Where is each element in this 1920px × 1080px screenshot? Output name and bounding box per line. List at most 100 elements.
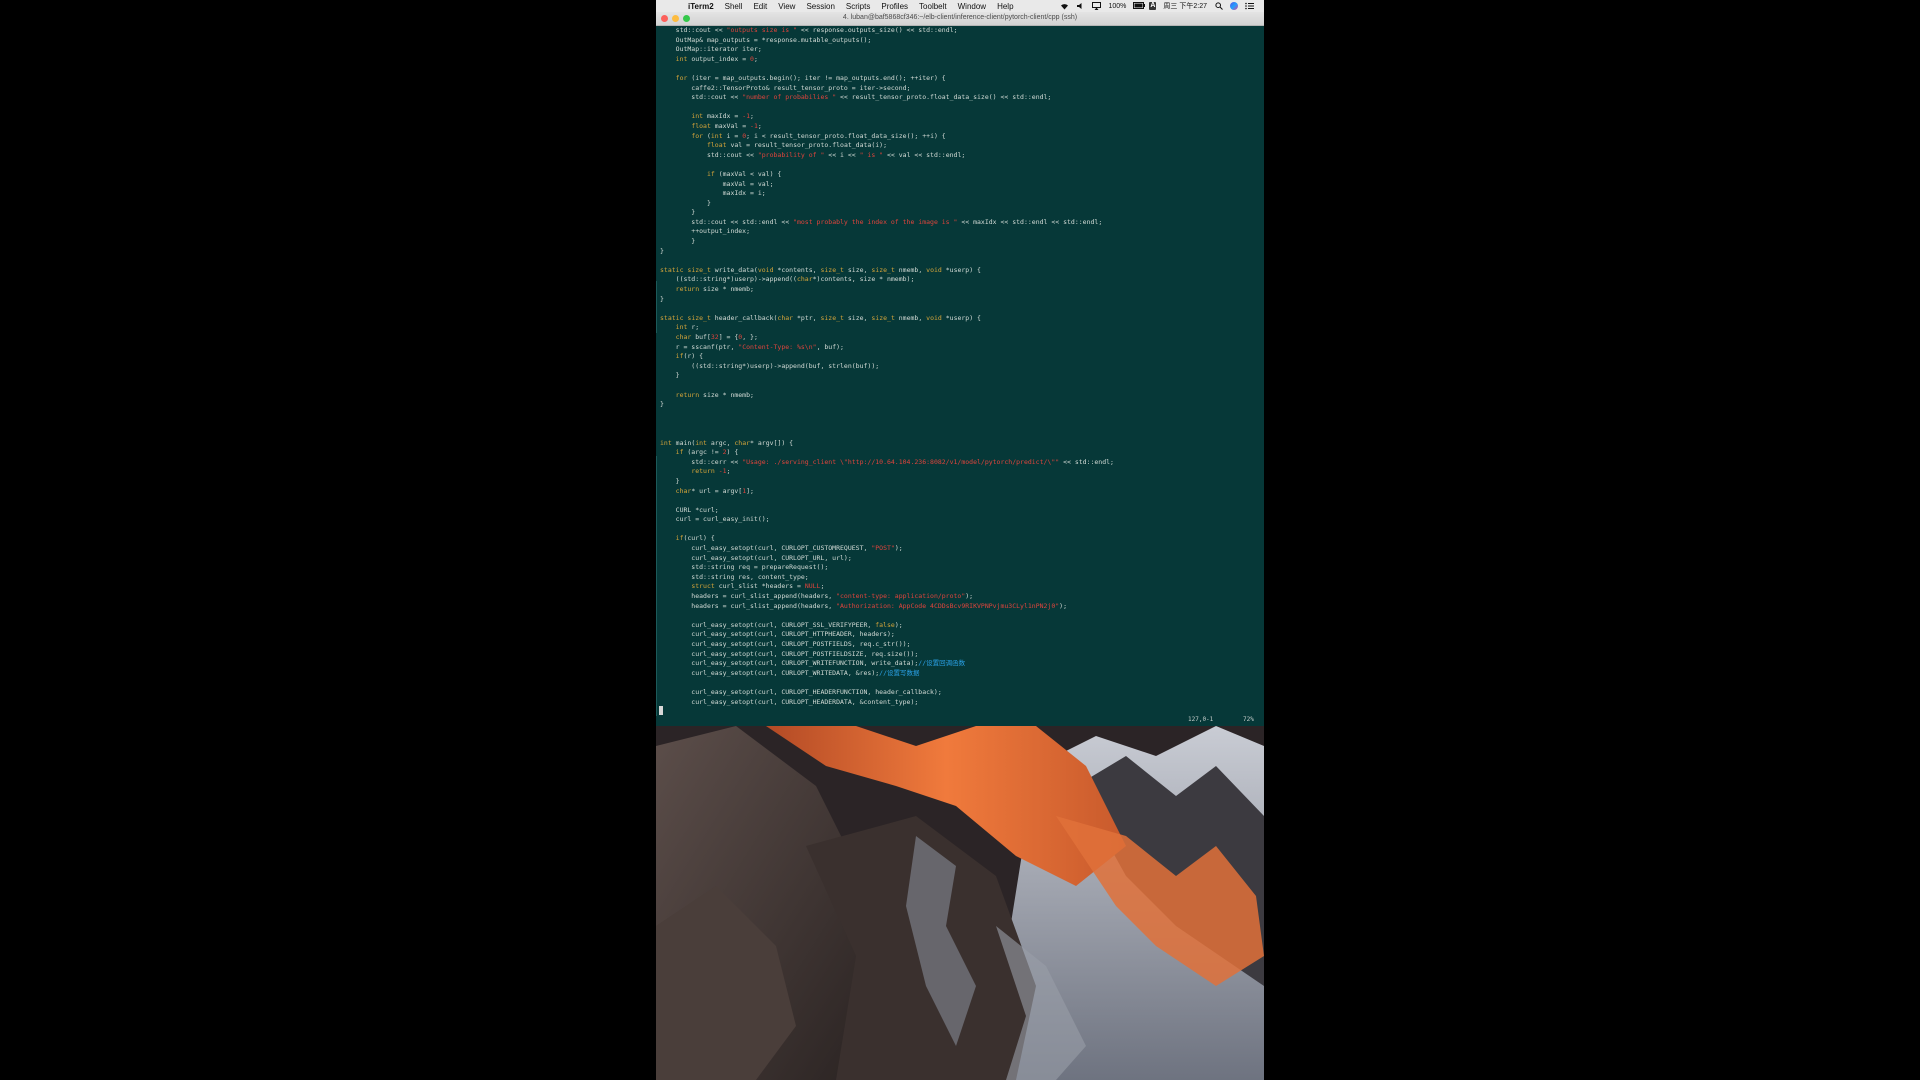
code-line[interactable]: ++output_index; [660,227,1260,237]
code-line[interactable]: curl_easy_setopt(curl, CURLOPT_SSL_VERIF… [660,621,1260,631]
code-line[interactable]: for (iter = map_outputs.begin(); iter !=… [660,74,1260,84]
code-line[interactable]: curl_easy_setopt(curl, CURLOPT_POSTFIELD… [660,640,1260,650]
code-line[interactable]: if(r) { [660,352,1260,362]
code-line[interactable] [660,496,1260,506]
input-method-icon[interactable]: A [1149,2,1157,10]
code-line[interactable]: r = sscanf(ptr, "Content-Type: %s\n", bu… [660,343,1260,353]
code-line[interactable]: } [660,247,1260,257]
code-line[interactable] [660,429,1260,439]
code-text: write_data( [710,265,758,274]
battery-percent[interactable]: 100% [1108,3,1126,10]
code-line[interactable]: curl_easy_setopt(curl, CURLOPT_URL, url)… [660,554,1260,564]
menu-edit[interactable]: Edit [753,2,767,11]
code-line[interactable]: if (argc != 2) { [660,448,1260,458]
menu-scripts[interactable]: Scripts [846,2,870,11]
code-line[interactable]: curl_easy_setopt(curl, CURLOPT_POSTFIELD… [660,650,1260,660]
code-line[interactable]: CURL *curl; [660,506,1260,516]
vim-code-buffer[interactable]: std::cout << "outputs size is " << respo… [660,26,1260,707]
code-line[interactable]: ((std::string*)userp)->append(buf, strle… [660,362,1260,372]
siri-icon[interactable] [1230,2,1238,10]
code-line[interactable]: maxVal = val; [660,180,1260,190]
menu-window[interactable]: Window [958,2,986,11]
code-line[interactable] [660,256,1260,266]
menu-profiles[interactable]: Profiles [881,2,908,11]
code-line[interactable]: std::cout << "number of probabilies " <<… [660,93,1260,103]
code-line[interactable]: curl_easy_setopt(curl, CURLOPT_HTTPHEADE… [660,630,1260,640]
volume-icon[interactable] [1076,2,1085,10]
code-line[interactable]: curl_easy_setopt(curl, CURLOPT_HEADERDAT… [660,698,1260,708]
code-line[interactable]: char buf[32] = {0, }; [660,333,1260,343]
menu-app-name[interactable]: iTerm2 [688,2,714,11]
code-line[interactable]: OutMap& map_outputs = *response.mutable_… [660,36,1260,46]
menu-toolbelt[interactable]: Toolbelt [919,2,947,11]
code-line[interactable]: static size_t write_data(void *contents,… [660,266,1260,276]
menu-shell[interactable]: Shell [725,2,743,11]
code-line[interactable]: std::string res, content_type; [660,573,1260,583]
code-line[interactable] [660,160,1260,170]
code-line[interactable]: float val = result_tensor_proto.float_da… [660,141,1260,151]
code-keyword: int [695,438,707,447]
code-line[interactable]: ((std::string*)userp)->append((char*)con… [660,275,1260,285]
code-line[interactable]: } [660,199,1260,209]
code-line[interactable]: struct curl_slist *headers = NULL; [660,582,1260,592]
code-line[interactable] [660,525,1260,535]
terminal-title-bar[interactable]: 4. luban@baf5868cf346:~/elb-client/infer… [656,12,1264,26]
battery-icon[interactable] [1133,2,1146,10]
code-line[interactable]: } [660,477,1260,487]
code-line[interactable]: char* url = argv[1]; [660,487,1260,497]
code-line[interactable]: headers = curl_slist_append(headers, "Au… [660,602,1260,612]
code-line[interactable]: std::cout << "outputs size is " << respo… [660,26,1260,36]
code-line[interactable]: float maxVal = -1; [660,122,1260,132]
menu-view[interactable]: View [778,2,795,11]
code-line[interactable]: int output_index = 0; [660,55,1260,65]
code-line[interactable]: int r; [660,323,1260,333]
code-text: curl_easy_setopt(curl, CURLOPT_HEADERDAT… [660,697,919,706]
code-line[interactable]: maxIdx = i; [660,189,1260,199]
wifi-icon[interactable] [1060,2,1069,10]
code-line[interactable]: for (int i = 0; i < result_tensor_proto.… [660,132,1260,142]
code-line[interactable] [660,611,1260,621]
code-line[interactable]: } [660,400,1260,410]
notification-center-icon[interactable] [1245,2,1254,10]
code-line[interactable]: return size * nmemb; [660,391,1260,401]
code-line[interactable]: return size * nmemb; [660,285,1260,295]
code-line[interactable]: if(curl) { [660,534,1260,544]
code-line[interactable] [660,419,1260,429]
code-keyword: size_t [820,265,844,274]
code-line[interactable] [660,381,1260,391]
code-line[interactable]: std::cout << "probability of " << i << "… [660,151,1260,161]
code-line[interactable]: static size_t header_callback(char *ptr,… [660,314,1260,324]
code-line[interactable]: if (maxVal < val) { [660,170,1260,180]
code-line[interactable]: std::string req = prepareRequest(); [660,563,1260,573]
menu-session[interactable]: Session [806,2,834,11]
code-line[interactable] [660,678,1260,688]
code-line[interactable] [660,64,1260,74]
menu-clock[interactable]: 周三 下午2:27 [1163,1,1207,11]
code-line[interactable]: caffe2::TensorProto& result_tensor_proto… [660,84,1260,94]
code-line[interactable]: curl_easy_setopt(curl, CURLOPT_WRITEDATA… [660,669,1260,679]
code-line[interactable]: std::cout << std::endl << "most probably… [660,218,1260,228]
menu-help[interactable]: Help [997,2,1013,11]
code-line[interactable]: } [660,237,1260,247]
code-line[interactable]: int maxIdx = -1; [660,112,1260,122]
code-line[interactable]: curl_easy_setopt(curl, CURLOPT_WRITEFUNC… [660,659,1260,669]
terminal-session[interactable]: std::cout << "outputs size is " << respo… [656,26,1264,726]
spotlight-search-icon[interactable] [1214,2,1223,10]
code-line[interactable] [660,304,1260,314]
code-line[interactable]: } [660,371,1260,381]
code-line[interactable]: OutMap::iterator iter; [660,45,1260,55]
code-line[interactable]: } [660,295,1260,305]
code-text: std::cout << std::endl << [660,217,794,226]
code-line[interactable]: std::cerr << "Usage: ./serving_client \"… [660,458,1260,468]
code-line[interactable] [660,103,1260,113]
code-line[interactable]: curl_easy_setopt(curl, CURLOPT_HEADERFUN… [660,688,1260,698]
code-line[interactable]: return -1; [660,467,1260,477]
code-line[interactable]: curl_easy_setopt(curl, CURLOPT_CUSTOMREQ… [660,544,1260,554]
code-line[interactable]: headers = curl_slist_append(headers, "co… [660,592,1260,602]
code-line[interactable]: curl = curl_easy_init(); [660,515,1260,525]
code-line[interactable] [660,410,1260,420]
airplay-icon[interactable] [1092,2,1102,10]
code-line[interactable]: int main(int argc, char* argv[]) { [660,439,1260,449]
code-line[interactable]: } [660,208,1260,218]
